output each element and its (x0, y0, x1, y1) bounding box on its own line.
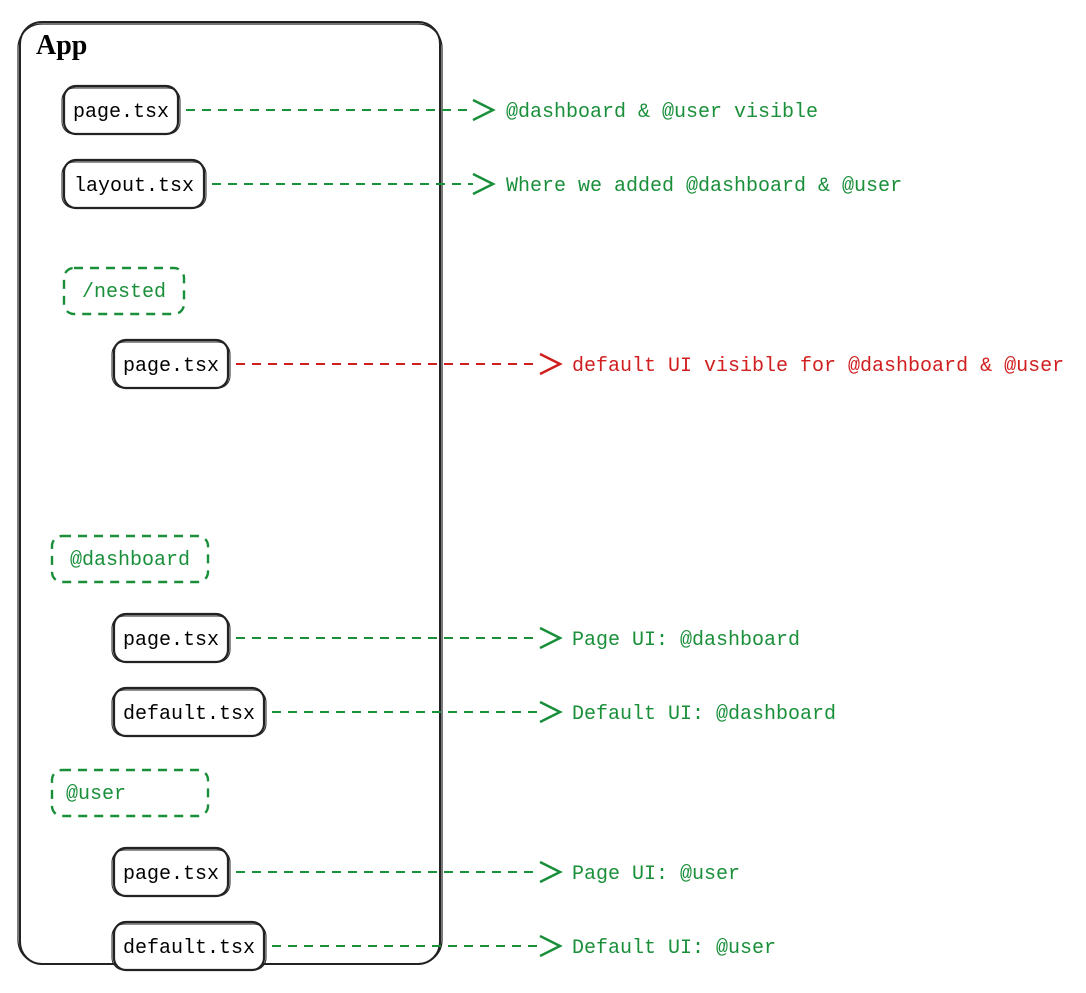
arrow-nested-page (236, 354, 560, 374)
file-user-page-label: page.tsx (123, 863, 219, 886)
file-dash-default-label: default.tsx (123, 703, 255, 726)
annotation-layout: Where we added @dashboard & @user (506, 175, 902, 198)
file-dash-page-label: page.tsx (123, 629, 219, 652)
arrow-layout (212, 174, 493, 194)
file-user-default-label: default.tsx (123, 937, 255, 960)
annotation-user-default: Default UI: @user (572, 937, 776, 960)
folder-nested-label: /nested (82, 281, 166, 304)
annotation-user-page: Page UI: @user (572, 863, 740, 886)
file-node-layout-label: layout.tsx (74, 175, 194, 198)
file-node-nested-page: page.tsx (112, 340, 230, 388)
file-node-page-label: page.tsx (73, 101, 169, 124)
file-node-page: page.tsx (62, 86, 180, 134)
arrow-head-icon (540, 702, 560, 722)
diagram-canvas: App page.tsx @dashboard & @user visible … (0, 0, 1086, 993)
annotation-dash-page: Page UI: @dashboard (572, 629, 800, 652)
file-node-dash-page: page.tsx (112, 614, 230, 662)
folder-node-nested: /nested (64, 268, 184, 314)
arrow-head-icon (540, 354, 560, 374)
arrow-page (186, 100, 493, 120)
file-node-user-page: page.tsx (112, 848, 230, 896)
file-nested-page-label: page.tsx (123, 355, 219, 378)
app-title: App (36, 30, 87, 61)
folder-node-user: @user (52, 770, 208, 816)
file-node-layout: layout.tsx (62, 160, 206, 208)
arrow-head-icon (540, 862, 560, 882)
arrow-user-default (272, 936, 560, 956)
annotation-nested-page: default UI visible for @dashboard & @use… (572, 355, 1064, 378)
arrow-dash-default (272, 702, 560, 722)
arrow-user-page (236, 862, 560, 882)
file-node-dash-default: default.tsx (112, 688, 266, 736)
arrow-head-icon (540, 628, 560, 648)
annotation-page: @dashboard & @user visible (506, 101, 818, 124)
arrow-head-icon (473, 174, 493, 194)
arrow-head-icon (540, 936, 560, 956)
arrow-dash-page (236, 628, 560, 648)
folder-user-label: @user (66, 783, 126, 806)
annotation-dash-default: Default UI: @dashboard (572, 703, 836, 726)
folder-node-dashboard: @dashboard (52, 536, 208, 582)
folder-dashboard-label: @dashboard (70, 549, 190, 572)
arrow-head-icon (473, 100, 493, 120)
file-node-user-default: default.tsx (112, 922, 266, 970)
